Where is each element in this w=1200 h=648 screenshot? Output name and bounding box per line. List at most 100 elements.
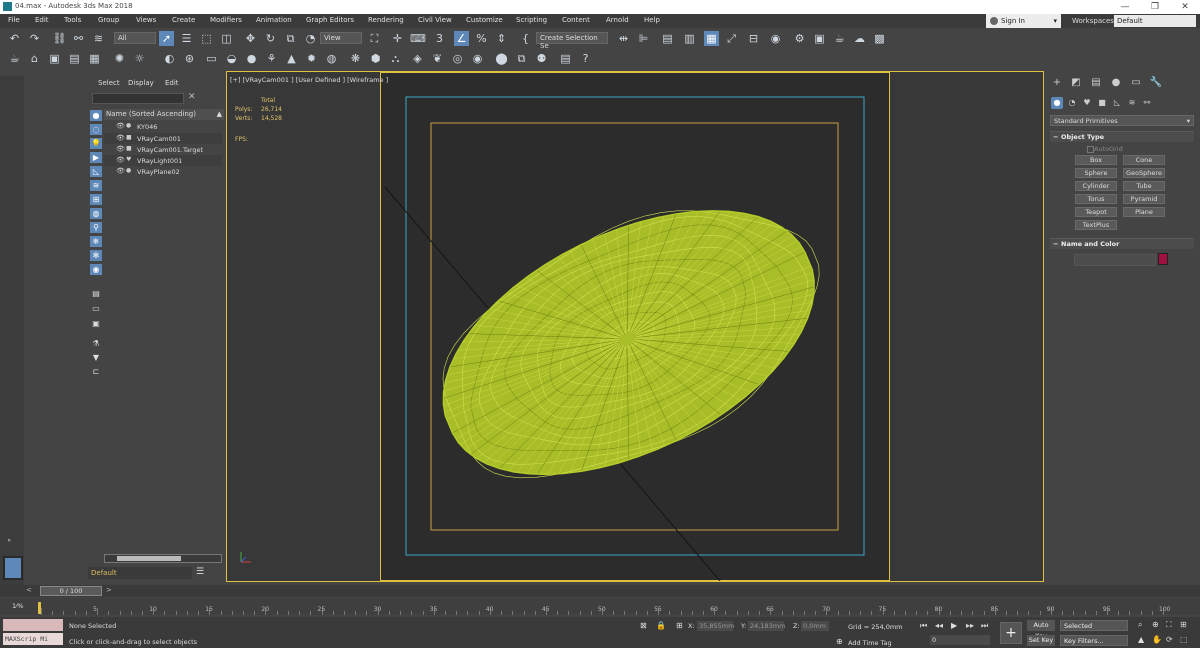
display-all-icon[interactable]: ▤ — [90, 288, 102, 299]
menu-tools[interactable]: Tools — [64, 16, 81, 24]
scale-icon[interactable]: ⧉ — [283, 31, 298, 46]
menu-animation[interactable]: Animation — [256, 16, 292, 24]
list-item[interactable]: 👁 ■ VRayCam001 — [104, 133, 222, 144]
pyramid-button[interactable]: Pyramid — [1123, 194, 1165, 204]
plane-button[interactable]: Plane — [1123, 207, 1165, 217]
vray-leaf-icon[interactable]: ❦ — [430, 51, 445, 66]
autogrid-checkbox[interactable]: AutoGrid — [1087, 145, 1123, 153]
folder-icon[interactable]: ⊏ — [90, 366, 102, 377]
tab-select[interactable]: Select — [98, 79, 120, 87]
viewport-label[interactable]: [+] [VRayCam001 ] [User Defined ] [Wiref… — [230, 76, 388, 84]
rendered-frame-window-icon[interactable]: ▣ — [812, 31, 827, 46]
list-item[interactable]: 👁 ♥ VRayLight001 — [104, 155, 222, 166]
vray-sphere-fade-icon[interactable]: ⬤ — [494, 51, 509, 66]
layer-dropdown[interactable]: Default — [88, 567, 192, 579]
x-coordinate-field[interactable]: 35,855mm — [697, 621, 734, 631]
curve-editor-icon[interactable]: ⤢ — [724, 31, 739, 46]
lights-category-icon[interactable]: ♥ — [1081, 97, 1093, 109]
horizontal-scrollbar[interactable] — [104, 554, 222, 563]
layers-icon[interactable]: ☰ — [196, 567, 204, 577]
snaps-toggle-icon[interactable]: 3 — [432, 31, 447, 46]
zoom-extents-all-icon[interactable]: ⊞ — [1180, 620, 1187, 629]
geometry-category-icon[interactable]: ● — [1051, 97, 1063, 109]
sphere-button[interactable]: Sphere — [1075, 168, 1117, 178]
vray-sphere-icon[interactable]: ● — [244, 51, 259, 66]
textplus-button[interactable]: TextPlus — [1075, 220, 1117, 230]
vray-ies-icon[interactable]: ◐ — [162, 51, 177, 66]
menu-modifiers[interactable]: Modifiers — [210, 16, 242, 24]
vray-mtl-icon[interactable]: ⧉ — [514, 51, 529, 66]
scroll-arrow-icon[interactable]: ▸ — [8, 536, 16, 546]
modify-tab-icon[interactable]: ◩ — [1068, 76, 1084, 90]
vray-ball-icon[interactable]: ◍ — [324, 51, 339, 66]
set-key-button[interactable]: Set Key — [1027, 635, 1055, 646]
selection-filter-dropdown[interactable]: All — [114, 32, 156, 44]
previous-key-icon[interactable]: ◂◂ — [935, 621, 943, 630]
vray-bitmap-icon[interactable]: ⛬ — [388, 51, 403, 66]
absolute-mode-icon[interactable]: ⊞ — [676, 621, 683, 630]
render-setup-icon[interactable]: ⚙ — [792, 31, 807, 46]
maximize-button[interactable]: ❐ — [1140, 1, 1170, 13]
object-type-rollout[interactable]: − Object Type — [1050, 131, 1194, 142]
keyboard-shortcut-icon[interactable]: ⌨ — [410, 31, 426, 46]
vray-cone-icon[interactable]: ▲ — [284, 51, 299, 66]
align-icon[interactable]: ⊫ — [636, 31, 651, 46]
menu-views[interactable]: Views — [136, 16, 156, 24]
percent-snap-icon[interactable]: % — [474, 31, 489, 46]
named-selection-dropdown[interactable]: Create Selection Se — [536, 32, 608, 50]
object-name-input[interactable] — [1074, 254, 1156, 266]
torus-button[interactable]: Torus — [1075, 194, 1117, 204]
spacewarps-category-icon[interactable]: ≋ — [1126, 97, 1138, 109]
render-frame-icon[interactable]: ▣ — [47, 51, 62, 66]
angle-snap-icon[interactable]: ∠ — [454, 31, 469, 46]
toggle-layer-explorer-icon[interactable]: ▥ — [682, 31, 697, 46]
vray-clipper-icon[interactable]: ◈ — [410, 51, 425, 66]
display-containers-icon[interactable]: ❄ — [90, 236, 102, 247]
field-of-view-icon[interactable]: ▲ — [1138, 635, 1144, 644]
menu-help[interactable]: Help — [644, 16, 660, 24]
vray-dome-icon[interactable]: ⊛ — [182, 51, 197, 66]
zoom-icon[interactable]: ⌕ — [1138, 620, 1142, 630]
go-to-end-icon[interactable]: ⏭ — [981, 621, 988, 631]
key-mode-dropdown[interactable]: Selected — [1060, 620, 1128, 631]
menu-arnold[interactable]: Arnold — [606, 16, 629, 24]
next-key-icon[interactable]: ▸▸ — [966, 621, 974, 630]
edit-named-selection-icon[interactable]: { — [518, 31, 533, 46]
maxscript-mini-listener[interactable]: MAXScrip Mi — [3, 633, 63, 645]
display-tab-icon[interactable]: ▭ — [1128, 76, 1144, 90]
list-item[interactable]: 👁 ■ VRayCam001.Target — [104, 144, 222, 155]
menu-content[interactable]: Content — [562, 16, 590, 24]
display-helpers-icon[interactable]: ◺ — [90, 166, 102, 177]
rectangular-selection-icon[interactable]: ⬚ — [199, 31, 214, 46]
systems-category-icon[interactable]: ⚯ — [1141, 97, 1153, 109]
previous-frame-icon[interactable]: < — [26, 586, 32, 594]
pivot-center-icon[interactable]: ⛶ — [367, 31, 382, 46]
close-button[interactable]: ✕ — [1170, 1, 1200, 13]
window-crossing-icon[interactable]: ◫ — [219, 31, 234, 46]
display-groups-icon[interactable]: ⊞ — [90, 194, 102, 205]
vray-texture-icon[interactable]: ◉ — [470, 51, 485, 66]
toggle-ribbon-icon[interactable]: ▦ — [704, 31, 719, 46]
render-production-icon[interactable]: ☕ — [832, 31, 847, 46]
menu-edit[interactable]: Edit — [35, 16, 49, 24]
vray-settings-icon[interactable]: ▤ — [558, 51, 573, 66]
bind-space-warp-icon[interactable]: ≋ — [91, 31, 106, 46]
set-keys-icon[interactable]: + — [1000, 622, 1022, 644]
vray-scatter-icon[interactable]: ❋ — [348, 51, 363, 66]
spinner-snap-icon[interactable]: ⇕ — [494, 31, 509, 46]
menu-scripting[interactable]: Scripting — [516, 16, 547, 24]
schematic-view-icon[interactable]: ⊟ — [746, 31, 761, 46]
column-header[interactable]: Name (Sorted Ascending) ▲ — [104, 109, 224, 120]
helpers-category-icon[interactable]: ◺ — [1111, 97, 1123, 109]
hierarchy-tab-icon[interactable]: ▤ — [1088, 76, 1104, 90]
scrollbar-thumb[interactable] — [117, 556, 181, 561]
auto-key-button[interactable]: Auto Key — [1027, 620, 1055, 640]
clear-search-icon[interactable]: ✕ — [188, 92, 196, 102]
eye-icon[interactable]: 👁 — [116, 156, 125, 164]
menu-graph-editors[interactable]: Graph Editors — [306, 16, 354, 24]
viewport[interactable]: [+] [VRayCam001 ] [User Defined ] [Wiref… — [226, 71, 1044, 582]
next-frame-icon[interactable]: > — [106, 586, 112, 594]
zoom-all-icon[interactable]: ⊕ — [1152, 620, 1159, 629]
unlink-icon[interactable]: ⚯ — [71, 31, 86, 46]
selection-lock-icon[interactable]: 🔒 — [656, 621, 666, 630]
